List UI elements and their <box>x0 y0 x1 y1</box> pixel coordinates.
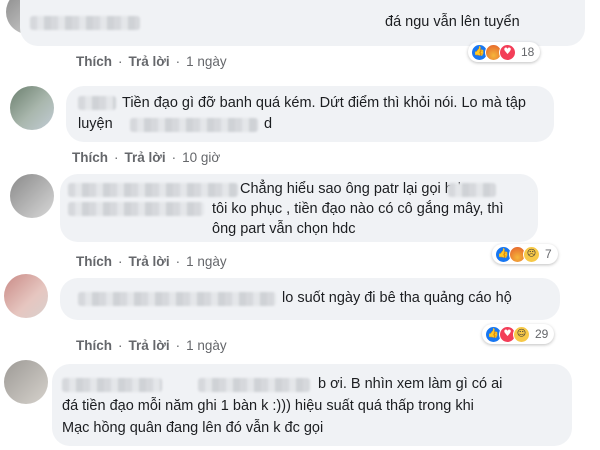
comment-actions: Thích · Trả lời · 1 ngày <box>76 54 227 69</box>
comment-bubble: Tiền đạo gì đỡ banh quá kém. Dứt điểm th… <box>66 86 554 142</box>
avatar[interactable] <box>10 174 54 218</box>
avatar[interactable] <box>4 360 48 404</box>
comment-actions: Thích · Trả lời · 1 ngày <box>76 254 227 269</box>
comment-bubble: đá ngu vẫn lên tuyển <box>20 0 585 46</box>
comment-text-line: tôi ko phục , tiền đạo nào có cô gắng mâ… <box>212 201 504 217</box>
comment-bubble: Chẳng hiểu sao ông patr lại gọi hdc, tôi… <box>60 174 538 242</box>
reaction-count: 7 <box>545 247 552 261</box>
reaction-summary[interactable]: 👍 ☹ 7 <box>492 244 558 264</box>
comment-4: lo suốt ngày đi bê tha quảng cáo hộ 👍 ♥ … <box>0 272 600 356</box>
timestamp[interactable]: 10 giờ <box>182 150 220 165</box>
comment-text-line: Tiền đạo gì đỡ banh quá kém. Dứt điểm th… <box>122 95 526 111</box>
comment-text-line: b ơi. B nhìn xem làm gì có ai <box>318 376 503 392</box>
comment-text-line: luyện <box>78 116 113 132</box>
timestamp[interactable]: 1 ngày <box>186 254 227 269</box>
comment-actions: Thích · Trả lời · 10 giờ <box>72 150 221 165</box>
redacted-mention <box>68 202 204 216</box>
comment-text: lo suốt ngày đi bê tha quảng cáo hộ <box>282 290 512 306</box>
reaction-summary[interactable]: 👍 ♥ 18 <box>468 42 541 62</box>
redacted-name <box>78 292 276 306</box>
comment-text-line: Chẳng hiểu sao ông patr lại gọi hdc, <box>240 181 473 197</box>
comment-text: đá ngu vẫn lên tuyển <box>385 14 520 30</box>
reply-link[interactable]: Trả lời <box>129 338 170 353</box>
comment-3: Chẳng hiểu sao ông patr lại gọi hdc, tôi… <box>0 172 600 269</box>
comment-text-line: đá tiền đạo mỗi năm ghi 1 bàn k :))) hiệ… <box>62 398 474 414</box>
comment-2: Tiền đạo gì đỡ banh quá kém. Dứt điểm th… <box>0 84 600 168</box>
comment-bubble: lo suốt ngày đi bê tha quảng cáo hộ <box>60 278 560 320</box>
redacted-name <box>62 378 162 392</box>
reaction-count: 29 <box>535 327 549 341</box>
timestamp[interactable]: 1 ngày <box>186 54 227 69</box>
redacted-name <box>68 183 238 197</box>
reply-link[interactable]: Trả lời <box>125 150 166 165</box>
comment-actions: Thích · Trả lời · 1 ngày <box>76 338 227 353</box>
comment-text-line: Mạc hồng quân đang lên đó vẫn k đc gọi <box>62 420 324 436</box>
reply-link[interactable]: Trả lời <box>129 254 170 269</box>
like-link[interactable]: Thích <box>76 338 112 353</box>
redacted-name <box>30 16 140 30</box>
reply-link[interactable]: Trả lời <box>129 54 170 69</box>
redacted-name <box>78 96 116 110</box>
like-link[interactable]: Thích <box>76 254 112 269</box>
comment-text-line: d <box>264 116 273 132</box>
like-link[interactable]: Thích <box>72 150 108 165</box>
reaction-summary[interactable]: 👍 ♥ ☺ 29 <box>482 324 555 344</box>
redacted-name <box>198 378 310 392</box>
redacted-mention <box>448 183 496 197</box>
avatar[interactable] <box>4 274 48 318</box>
like-link[interactable]: Thích <box>76 54 112 69</box>
love-icon: ♥ <box>499 43 516 61</box>
comment-1: đá ngu vẫn lên tuyển 👍 ♥ 18 Thích · Trả lờ… <box>0 0 600 84</box>
comment-bubble: b ơi. B nhìn xem làm gì có ai đá tiền đạ… <box>52 364 572 446</box>
avatar[interactable] <box>10 86 54 130</box>
comment-text-line: ông part vẫn chọn hdc <box>212 221 356 237</box>
redacted-mention <box>130 118 258 132</box>
reaction-count: 18 <box>521 45 535 59</box>
sad-icon: ☹ <box>523 245 540 263</box>
timestamp[interactable]: 1 ngày <box>186 338 227 353</box>
comment-5: b ơi. B nhìn xem làm gì có ai đá tiền đạ… <box>0 360 600 446</box>
haha-icon: ☺ <box>513 325 530 343</box>
